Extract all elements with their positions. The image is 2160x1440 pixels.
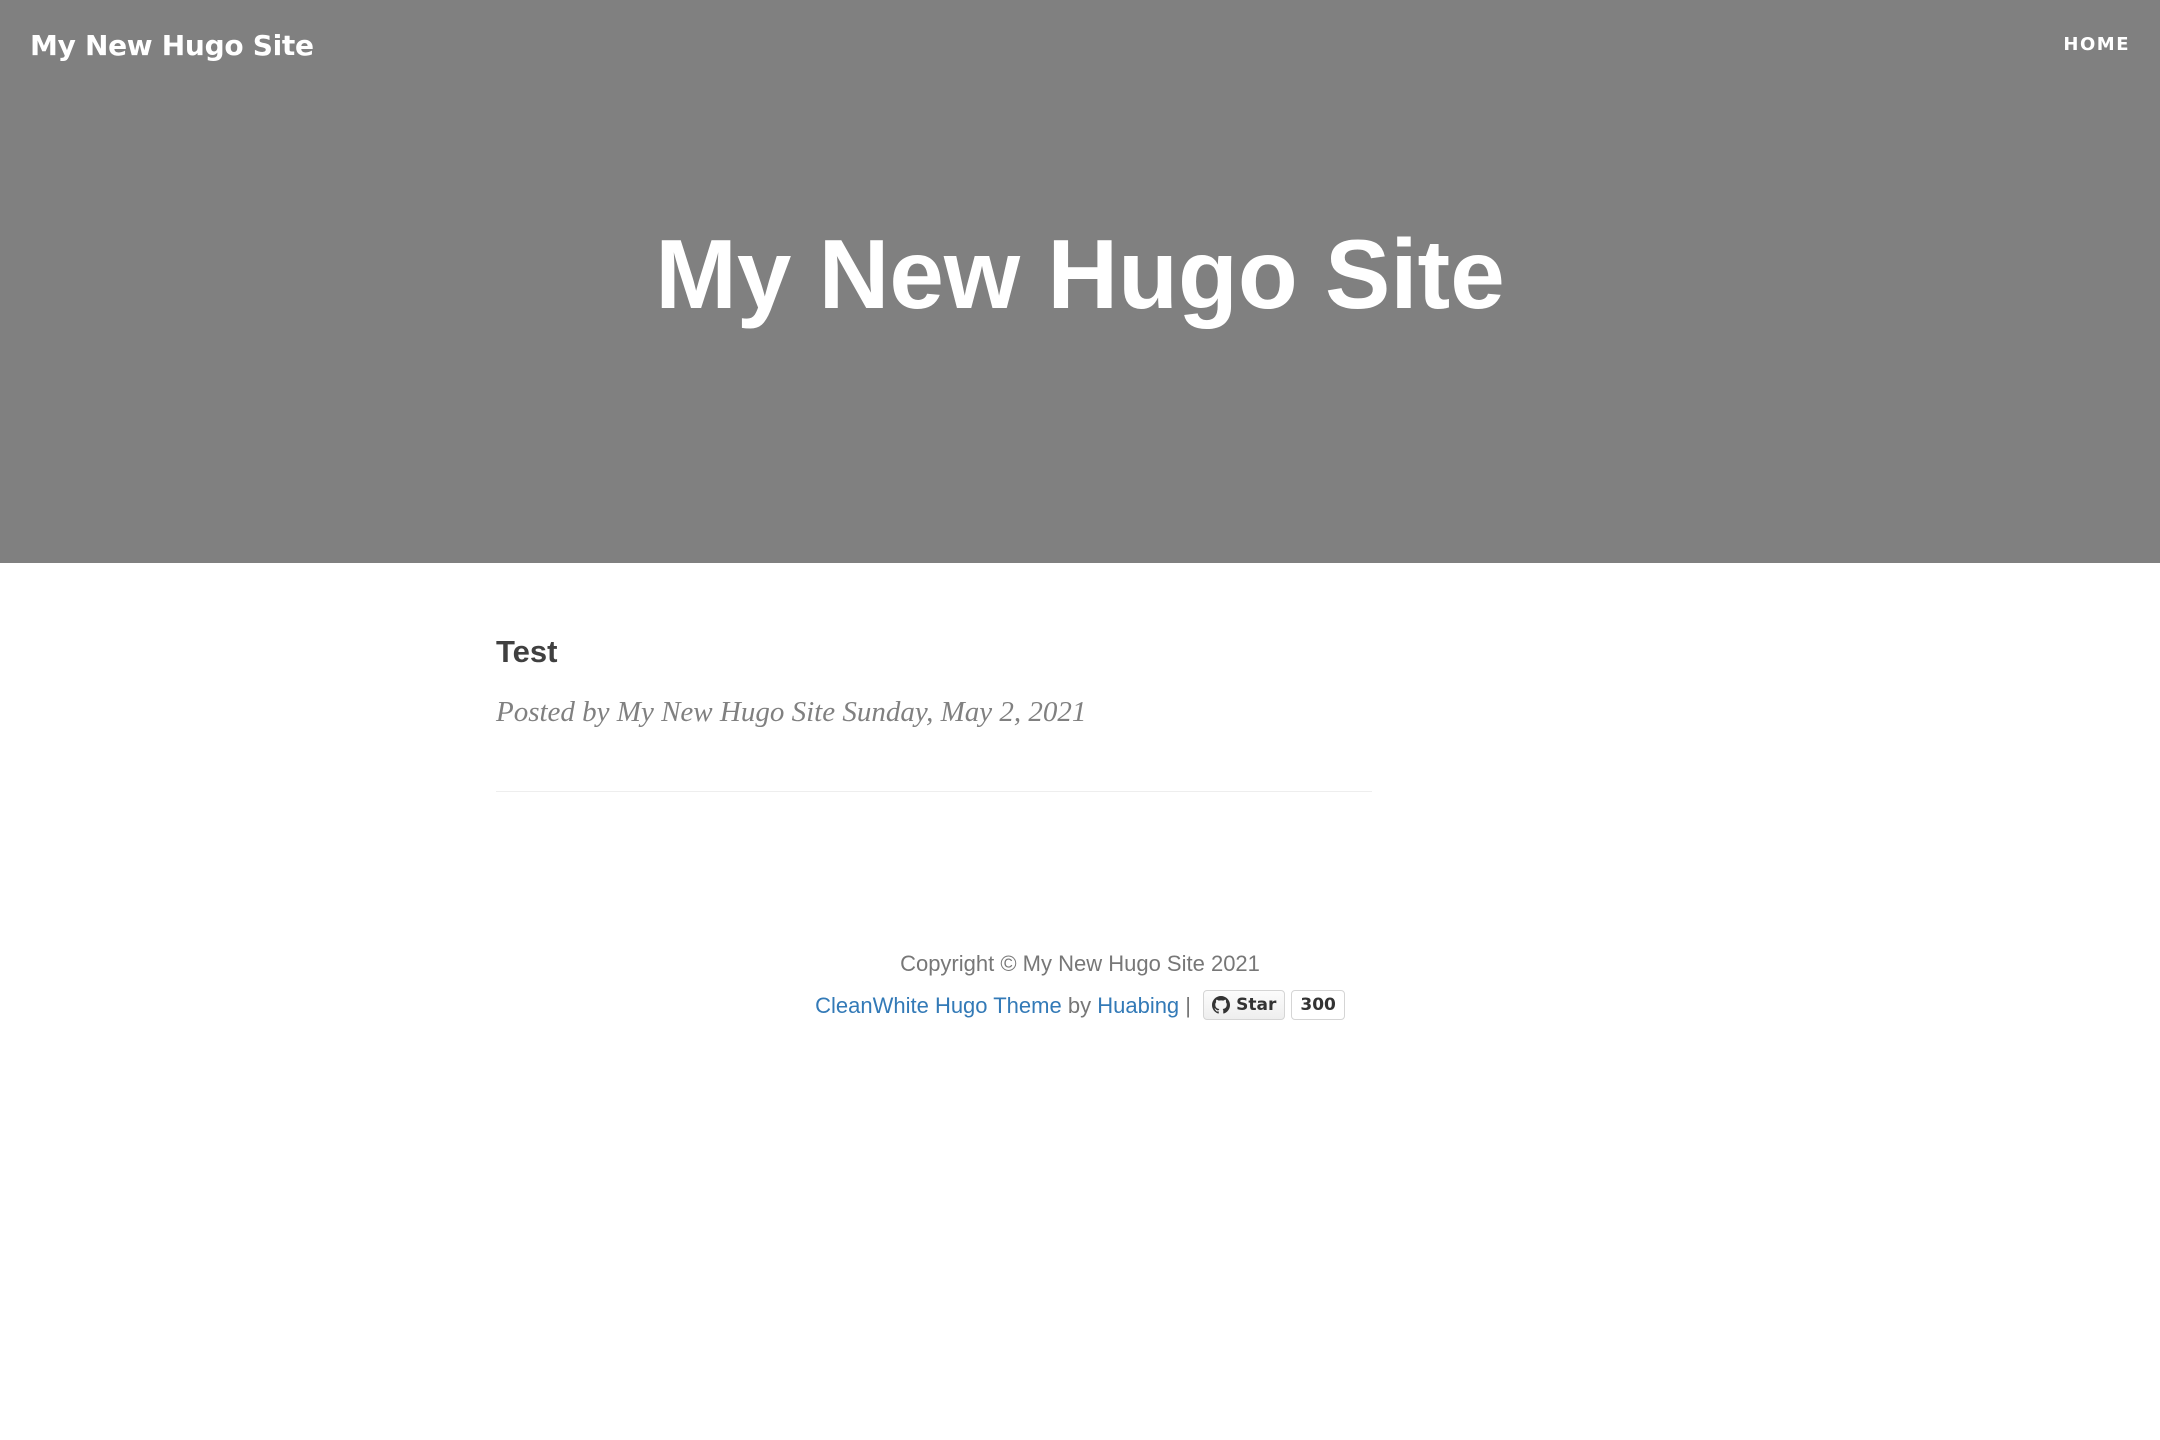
- footer-by-text: by: [1067, 993, 1092, 1018]
- footer-separator: |: [1185, 993, 1192, 1018]
- github-star-count[interactable]: 300: [1291, 990, 1345, 1021]
- post-divider: [496, 791, 1372, 792]
- github-star-button[interactable]: Star: [1203, 990, 1286, 1021]
- hero-title: My New Hugo Site: [655, 219, 1505, 329]
- author-link[interactable]: Huabing: [1097, 993, 1179, 1018]
- footer-copyright: Copyright © My New Hugo Site 2021: [900, 951, 1260, 976]
- footer-credits: CleanWhite Hugo Theme by Huabing | Star …: [0, 988, 2160, 1024]
- site-brand-link[interactable]: My New Hugo Site: [30, 24, 314, 68]
- theme-link[interactable]: CleanWhite Hugo Theme: [815, 993, 1062, 1018]
- post-meta: Posted by My New Hugo Site Sunday, May 2…: [496, 696, 1087, 728]
- site-header: My New Hugo Site HOME My New Hugo Site: [0, 0, 2160, 563]
- github-star-widget: Star 300: [1203, 990, 1345, 1021]
- nav-item-home[interactable]: HOME: [2063, 32, 2130, 58]
- post-title-link[interactable]: Test: [496, 632, 1372, 672]
- github-star-label: Star: [1236, 995, 1277, 1016]
- post-preview: Test Posted by My New Hugo Site Sunday, …: [496, 632, 1372, 732]
- github-icon: [1212, 996, 1231, 1014]
